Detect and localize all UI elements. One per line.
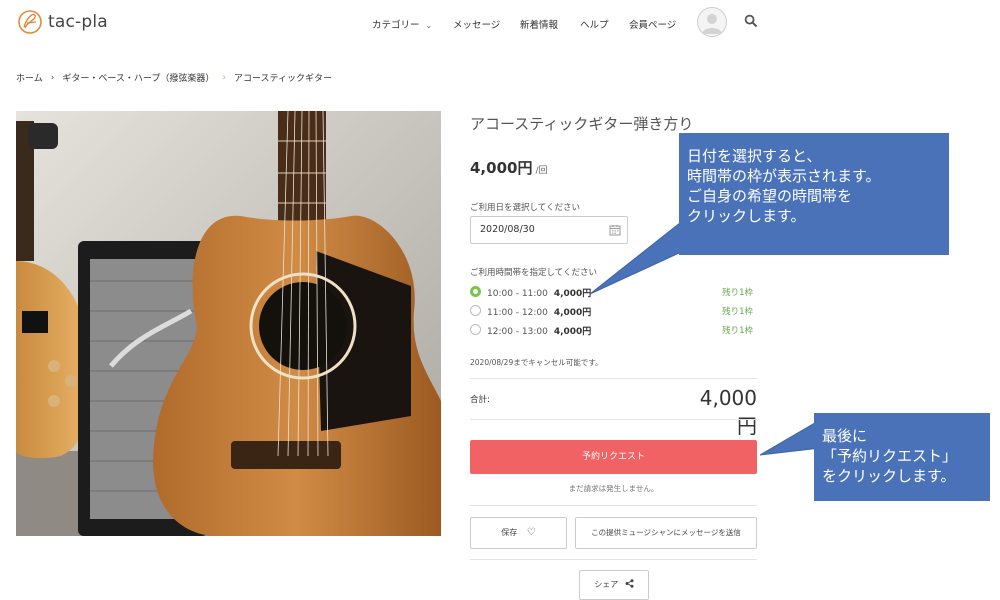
slot-time: 11:00 - 12:00 4,000円 [487,305,591,318]
search-icon[interactable] [744,14,758,28]
no-charge-note: まだ請求は発生しません。 [568,484,659,493]
time-label: ご利用時間帯を指定してください [470,268,597,278]
callout-line: 日付を選択すると、 [687,147,822,165]
save-button[interactable]: 保存 ♡ [470,517,567,549]
date-label: ご利用日を選択してください [470,203,580,213]
callout-line: ご自身の希望の時間帯を [687,187,853,205]
nav-category-label: カテゴリー [372,20,420,31]
breadcrumb-home[interactable]: ホーム [16,71,43,84]
annotation-callout-date: 日付を選択すると、 時間帯の枠が表示されます。 ご自身の希望の時間帯を クリック… [679,133,949,255]
total-amount: 4,000円 [699,386,757,438]
annotation-callout-request: 最後に 「予約リクエスト」 をクリックします。 [814,413,990,501]
callout-line: 最後に [822,427,868,445]
callout-line: 時間帯の枠が表示されます。 [687,167,881,185]
slot-remaining: 残り1枠 [722,326,753,336]
slot-time: 12:00 - 13:00 4,000円 [487,324,591,337]
breadcrumb-current: アコースティックギター [233,74,332,84]
breadcrumb-separator-icon: › [50,72,55,83]
save-button-label: 保存 [501,528,518,537]
time-slot-option[interactable]: 11:00 - 12:00 4,000円 残り1枠 [470,303,757,319]
radio-selected-icon[interactable] [470,286,481,297]
slot-price: 4,000円 [553,289,592,299]
slot-price: 4,000円 [553,327,592,337]
slot-remaining: 残り1枠 [722,288,753,298]
nav-member-page[interactable]: 会員ページ [629,17,689,31]
nav-message[interactable]: メッセージ [453,17,520,31]
slot-remaining: 残り1枠 [722,307,753,317]
breadcrumb: ホーム › ギター・ベース・ハープ（撥弦楽器） › アコースティックギター [16,71,332,85]
main-nav: カテゴリー ⌄ メッセージ 新着情報 ヘルプ 会員ページ [372,17,689,31]
heart-icon: ♡ [526,527,536,538]
calendar-icon[interactable] [609,224,621,236]
radio-icon[interactable] [470,324,481,335]
product-title: アコースティックギター弾き方り [470,115,694,133]
logo-icon [18,10,42,34]
date-input[interactable]: 2020/08/30 [470,216,628,244]
share-button-label: シェア [594,580,619,589]
reservation-request-button[interactable]: 予約リクエスト [470,440,757,474]
slot-time-text: 10:00 - 11:00 [487,289,548,299]
nav-news[interactable]: 新着情報 [520,17,580,31]
total-label: 合計: [470,395,490,405]
cancel-policy-note: 2020/08/29までキャンセル可能です。 [470,358,603,367]
price-amount: 4,000円 [470,159,533,177]
callout-line: クリックします。 [687,207,806,225]
message-musician-button[interactable]: この提供ミュージシャンにメッセージを送信 [575,517,757,549]
breadcrumb-category[interactable]: ギター・ベース・ハープ（撥弦楽器） [62,71,214,84]
share-icon [625,579,634,588]
date-value: 2020/08/30 [480,224,535,235]
logo-text: tac-pla [48,12,108,32]
slot-time: 10:00 - 11:00 4,000円 [487,286,591,299]
avatar-icon[interactable] [697,7,727,37]
time-slot-option[interactable]: 10:00 - 11:00 4,000円 残り1枠 [470,284,757,300]
divider [470,419,757,420]
divider [470,378,757,379]
slot-price: 4,000円 [553,308,592,318]
divider [470,505,757,506]
slot-time-text: 11:00 - 12:00 [487,308,548,318]
product-price: 4,000円/回 [470,157,548,178]
share-button[interactable]: シェア [579,570,649,600]
time-slot-option[interactable]: 12:00 - 13:00 4,000円 残り1枠 [470,322,757,338]
price-unit: /回 [535,166,548,176]
nav-category[interactable]: カテゴリー ⌄ [372,17,453,31]
radio-icon[interactable] [470,305,481,316]
product-image [16,111,441,536]
nav-help[interactable]: ヘルプ [580,17,629,31]
slot-time-text: 12:00 - 13:00 [487,327,548,337]
breadcrumb-separator-icon: › [222,72,226,83]
site-header: tac-pla カテゴリー ⌄ メッセージ 新着情報 ヘルプ 会員ページ [0,0,1000,46]
divider [470,559,757,560]
chevron-down-icon: ⌄ [425,21,433,30]
callout-line: をクリックします。 [822,467,956,485]
callout-line: 「予約リクエスト」 [822,447,958,465]
site-logo[interactable]: tac-pla [16,8,108,36]
